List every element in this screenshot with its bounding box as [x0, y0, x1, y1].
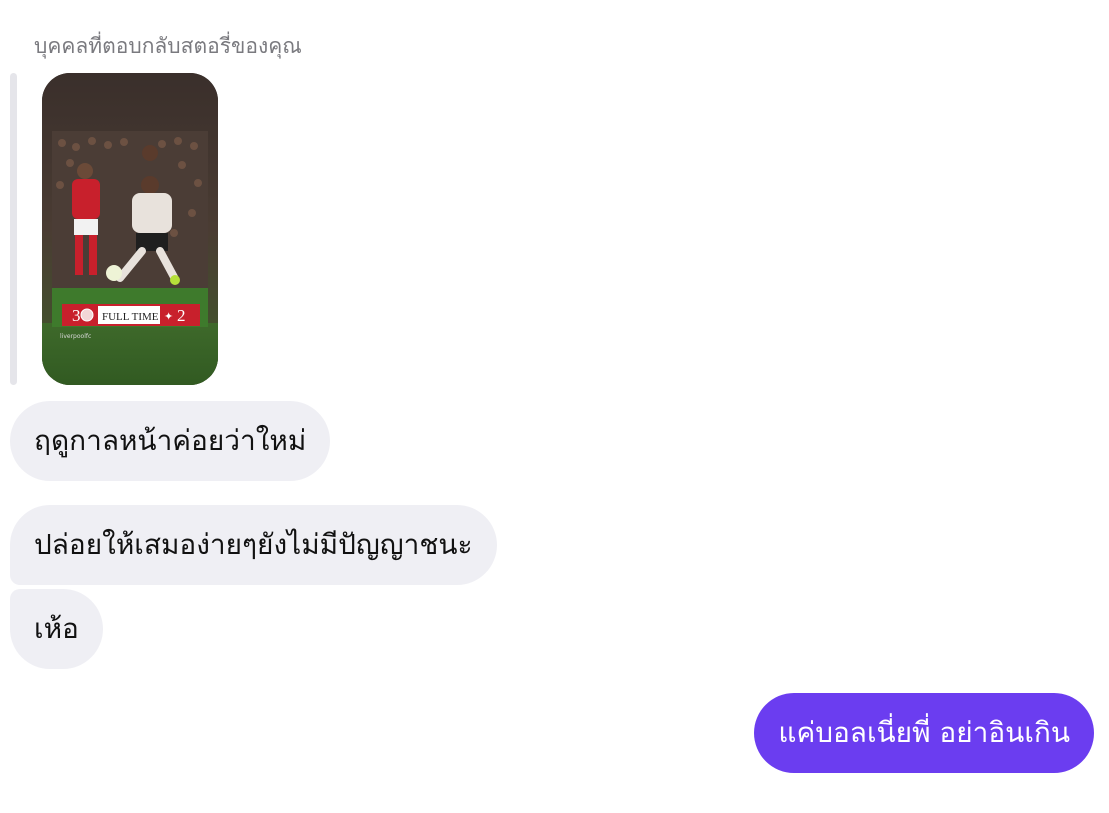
message-bubble-incoming[interactable]: ปล่อยให้เสมอง่ายๆยังไม่มีปัญญาชนะ [10, 505, 497, 585]
full-time-label: FULL TIME [102, 311, 159, 323]
liverbird-icon: ✦ [164, 310, 173, 323]
scoreboard: 3 FULL TIME 2 ✦ [62, 304, 200, 326]
message-bubble-incoming[interactable]: ฤดูกาลหน้าค่อยว่าใหม่ [10, 401, 331, 481]
reply-indicator-bar [10, 73, 17, 385]
home-score: 3 [72, 306, 81, 325]
message-text: แค่บอลเนี่ยพี่ อย่าอินเกิน [778, 716, 1070, 749]
message-bubble-outgoing[interactable]: แค่บอลเนี่ยพี่ อย่าอินเกิน [754, 693, 1094, 773]
message-text: เห้อ [34, 612, 79, 645]
chat-thread: บุคคลที่ตอบกลับสตอรี่ของคุณ 3 FULL TIME … [0, 0, 1109, 813]
story-image: 3 FULL TIME 2 ✦ liverpoolfc [42, 73, 218, 385]
message-text: ปล่อยให้เสมอง่ายๆยังไม่มีปัญญาชนะ [34, 528, 473, 561]
story-reply-caption: บุคคลที่ตอบกลับสตอรี่ของคุณ [34, 34, 302, 58]
post-image [52, 131, 208, 327]
ball [106, 265, 122, 281]
story-thumbnail[interactable]: 3 FULL TIME 2 ✦ liverpoolfc [42, 73, 218, 385]
away-score: 2 [177, 306, 186, 325]
message-text: ฤดูกาลหน้าค่อยว่าใหม่ [34, 424, 307, 457]
message-bubble-incoming[interactable]: เห้อ [10, 589, 103, 669]
watermark: liverpoolfc [60, 333, 91, 340]
